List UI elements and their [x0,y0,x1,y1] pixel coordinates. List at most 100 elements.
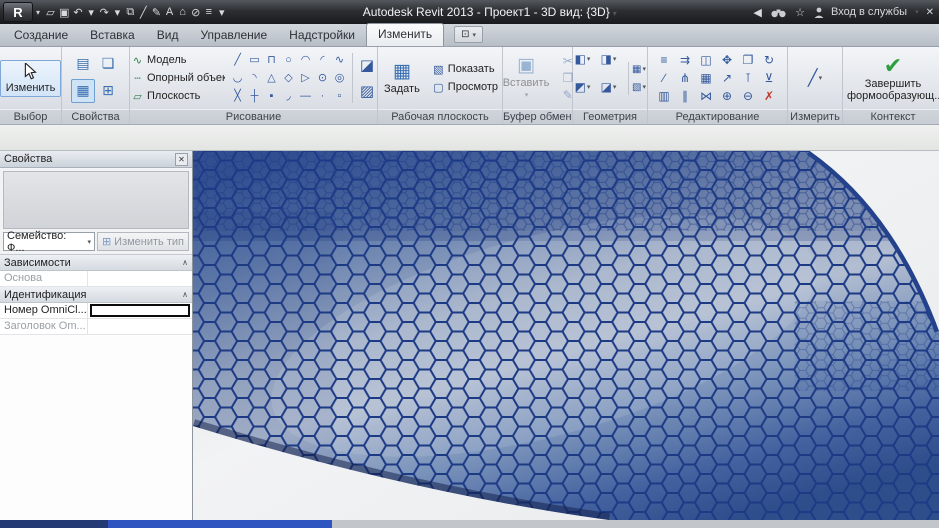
set-workplane-button[interactable]: ▦ Задать [379,59,425,97]
section-identity[interactable]: Идентификация ∧ [0,287,192,303]
qat-icon[interactable]: ▾ [111,3,124,21]
draw-tool[interactable]: ◞ [280,87,297,104]
panel-label-measure[interactable]: Измерить [788,109,842,124]
close-icon[interactable]: ✕ [926,7,934,18]
qat-icon[interactable]: ↶ [71,3,84,21]
properties-tool[interactable]: ⊞ [96,79,120,103]
modify-state-selector[interactable]: ⊡ ▾ [454,26,484,43]
draw-tool[interactable]: ▫ [331,87,348,104]
property-value-input[interactable] [90,304,190,317]
editing-tool[interactable]: ⊻ [760,69,779,86]
geometry-side-tool[interactable]: ▧ ▾ [631,80,647,95]
measure-tool[interactable]: ╱ ▾ [802,65,828,91]
family-select[interactable]: Семейство: Ф... ▾ [3,230,95,254]
paste-button[interactable]: ▣ Вставить ▾ [498,53,555,104]
editing-tool[interactable]: ▦ [697,69,716,86]
editing-tool[interactable]: ∕ [655,69,674,86]
sign-in-label[interactable]: Вход в службы [831,6,907,18]
application-menu-button[interactable]: R [3,2,33,22]
recent-docs-caret-icon[interactable]: ▾ [613,9,617,18]
editing-tool[interactable]: ⊖ [739,87,758,104]
ribbon-tab[interactable]: Управление [189,24,278,46]
draw-tool[interactable]: ◠ [297,51,314,68]
sign-in-caret-icon[interactable]: ▾ [915,8,919,16]
draw-tool[interactable]: ┼ [246,87,263,104]
panel-label-editing[interactable]: Редактирование [648,109,787,124]
draw-tool[interactable]: ◡ [229,69,246,86]
draw-tool[interactable]: ▷ [297,69,314,86]
panel-label-draw[interactable]: Рисование [130,109,377,124]
draw-tool[interactable]: ○ [280,51,297,68]
editing-tool[interactable]: ◫ [697,51,716,68]
panel-label-select[interactable]: Выбор [0,109,61,124]
properties-tool[interactable]: ▦ [71,78,95,103]
edit-type-button[interactable]: ⊞ Изменить тип [96,232,189,251]
geometry-tool[interactable]: ◪ ▾ [599,79,618,96]
draw-tool[interactable]: ▪ [263,87,280,104]
editing-tool[interactable]: ▥ [655,87,674,104]
ribbon-tab[interactable]: Вид [146,24,190,46]
application-menu-caret-icon[interactable]: ▾ [36,8,40,17]
draw-tool[interactable]: ◜ [314,51,331,68]
draw-tool[interactable]: ╳ [229,87,246,104]
3d-hex-mass-model[interactable] [193,151,939,520]
draw-mode[interactable]: ∿ Модель [129,52,225,69]
draw-tool[interactable]: ◝ [246,69,263,86]
panel-label-context[interactable]: Контекст [843,109,939,124]
editing-tool[interactable]: ⋈ [697,87,716,104]
draw-tool[interactable]: ∿ [331,51,348,68]
workplane-button[interactable]: ▧ Показать [429,62,501,77]
editing-tool[interactable]: ⋔ [676,69,695,86]
property-row[interactable]: Основа [0,271,192,287]
draw-tool[interactable]: · [314,87,331,104]
draw-tool[interactable]: ◇ [280,69,297,86]
qat-icon[interactable]: ╱ [137,3,150,21]
qat-icon[interactable]: ⧉ [124,3,137,21]
draw-tool[interactable]: ⊓ [263,51,280,68]
clipboard-tool[interactable]: ✎ [558,87,577,104]
workplane-button[interactable]: ▢ Просмотр [429,80,501,95]
clipboard-tool[interactable]: ✂ [558,53,577,70]
panel-label-geometry[interactable]: Геометрия [573,109,647,124]
panel-label-clipboard[interactable]: Буфер обмена [503,109,572,124]
editing-tool[interactable]: ↗ [718,69,737,86]
editing-tool[interactable]: ↻ [760,51,779,68]
ribbon-tab[interactable]: Надстройки [278,24,366,46]
draw-surface-tool[interactable]: ◪ [356,53,378,77]
geometry-tool[interactable]: ◨ ▾ [599,51,618,68]
panel-label-workplane[interactable]: Рабочая плоскость [378,109,502,124]
editing-tool[interactable]: ❐ [739,51,758,68]
draw-mode[interactable]: ▱ Плоскость [129,88,225,105]
close-icon[interactable]: ✕ [175,152,188,166]
editing-tool[interactable]: ✗ [760,87,779,104]
ribbon-tab[interactable]: Вставка [79,24,146,46]
ribbon-tab[interactable]: Создание [3,24,79,46]
editing-tool[interactable]: ⇉ [676,51,695,68]
finish-mass-button[interactable]: ✔ Завершить формообразующ... [846,54,939,103]
draw-tool[interactable]: ◎ [331,69,348,86]
draw-tool[interactable]: — [297,87,314,104]
editing-tool[interactable]: ∥ [676,87,695,104]
draw-tool[interactable]: △ [263,69,280,86]
qat-icon[interactable]: ▾ [215,3,228,21]
qat-icon[interactable]: ✎ [150,3,163,21]
properties-tool[interactable]: ▤ [71,52,95,76]
property-row[interactable]: Заголовок Om... [0,319,192,335]
editing-tool[interactable]: ≡ [655,51,674,68]
favorites-star-icon[interactable]: ☆ [793,3,807,21]
qat-icon[interactable]: ⊘ [189,3,202,21]
section-constraints[interactable]: Зависимости ∧ [0,255,192,271]
qat-icon[interactable]: ▾ [85,3,98,21]
editing-tool[interactable]: ⊺ [739,69,758,86]
qat-icon[interactable]: ⌂ [176,3,189,21]
draw-tool[interactable]: ⊙ [314,69,331,86]
panel-label-properties[interactable]: Свойства [62,109,129,124]
property-row[interactable]: Номер OmniCl... [0,303,192,319]
clipboard-tool[interactable]: ❐ [558,70,577,87]
drawing-area[interactable] [193,151,939,520]
modify-button[interactable]: Изменить [0,59,62,97]
qat-icon[interactable]: A [163,3,176,21]
geometry-side-tool[interactable]: ▦ ▾ [631,62,647,77]
draw-mode[interactable]: ┄ Опорный объект [129,70,225,87]
qat-icon[interactable]: ↷ [98,3,111,21]
